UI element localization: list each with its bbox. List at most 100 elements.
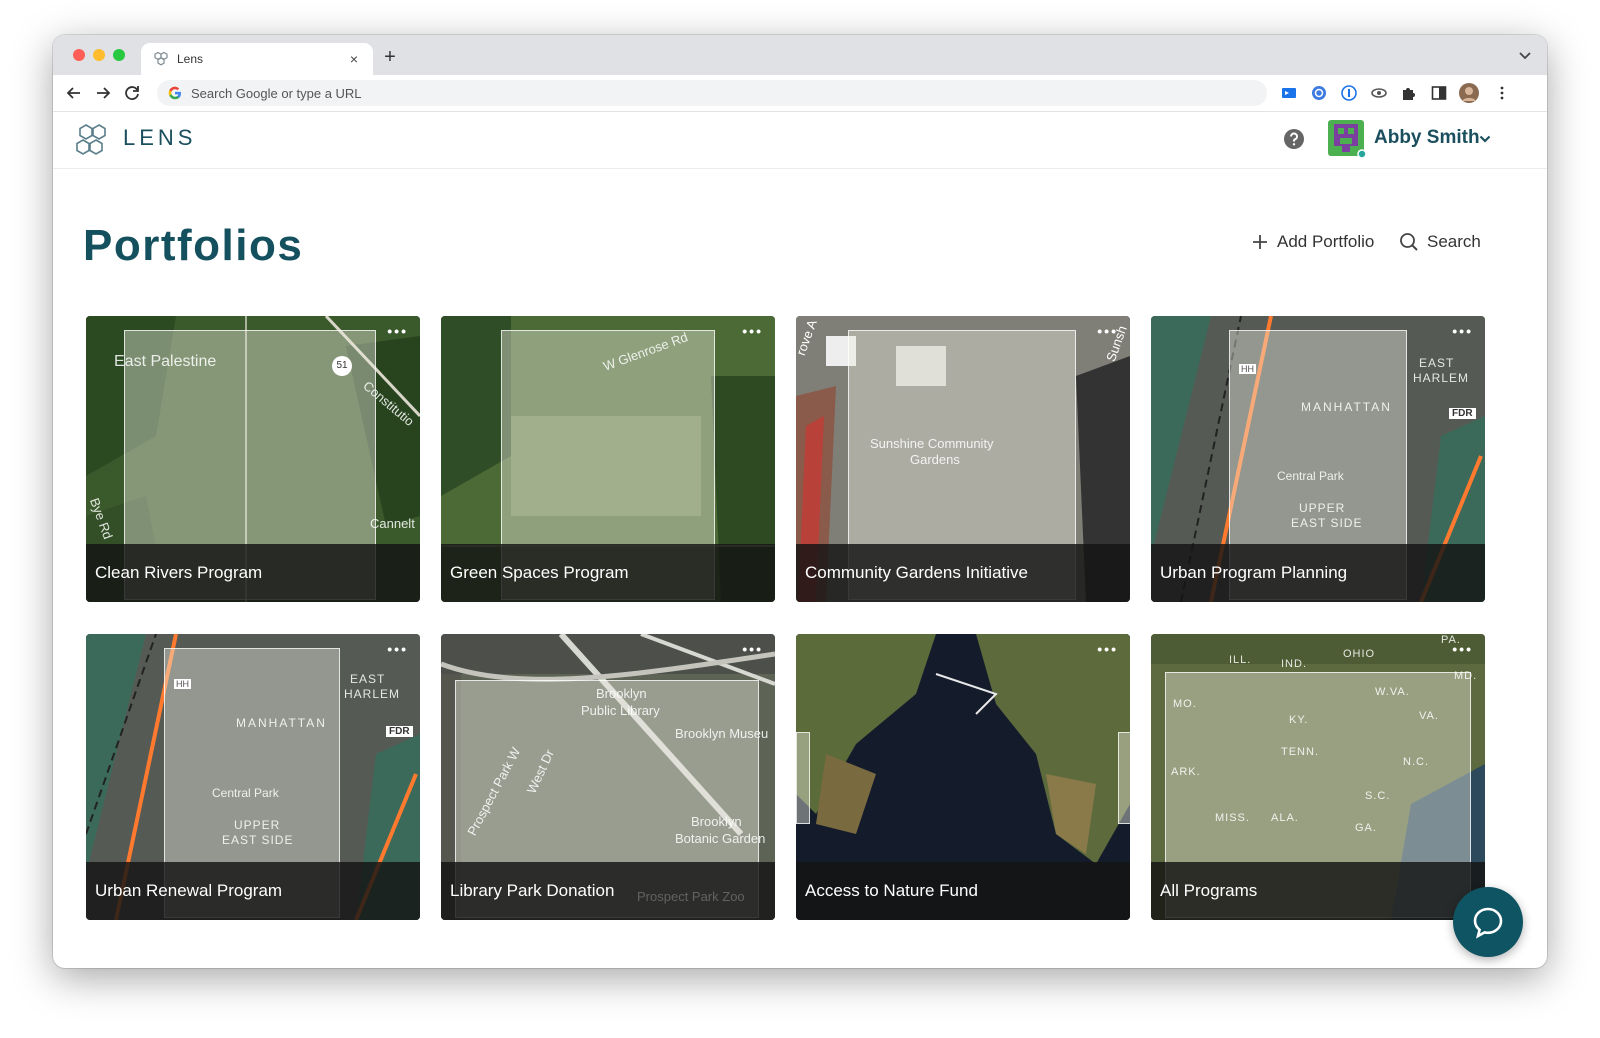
add-portfolio-button[interactable]: Add Portfolio xyxy=(1251,232,1374,252)
logo-text[interactable]: LENS xyxy=(123,125,196,151)
map-label: EAST SIDE xyxy=(1291,516,1363,530)
map-label: Cannelt xyxy=(370,516,415,531)
map-label: VA. xyxy=(1419,710,1439,722)
map-label: Central Park xyxy=(212,786,279,800)
card-title: Green Spaces Program xyxy=(441,544,775,602)
lens-logo-icon[interactable] xyxy=(75,123,111,157)
page-title: Portfolios xyxy=(83,221,304,270)
map-label: MD. xyxy=(1454,670,1478,682)
search-button[interactable]: Search xyxy=(1399,232,1481,252)
route-shield: HH xyxy=(1239,364,1256,374)
map-label: Gardens xyxy=(910,452,960,467)
portfolio-boundary xyxy=(1118,732,1130,824)
address-placeholder: Search Google or type a URL xyxy=(191,85,362,101)
map-label: East Palestine xyxy=(114,353,217,370)
extension-eye-icon[interactable] xyxy=(1370,84,1388,102)
lens-favicon-icon xyxy=(154,51,168,66)
route-shield: 51 xyxy=(332,356,352,376)
tab-strip: Lens × + xyxy=(53,35,1547,75)
card-menu-icon[interactable]: ••• xyxy=(1097,323,1118,339)
browser-menu-icon[interactable] xyxy=(1493,84,1511,102)
card-menu-icon[interactable]: ••• xyxy=(1097,641,1118,657)
portfolio-card-urban-program-planning[interactable]: EAST HARLEM MANHATTAN FDR HH Central Par… xyxy=(1151,316,1485,602)
map-label: EAST SIDE xyxy=(222,833,294,847)
card-menu-icon[interactable]: ••• xyxy=(387,323,408,339)
card-menu-icon[interactable]: ••• xyxy=(742,323,763,339)
map-label: GA. xyxy=(1355,822,1377,834)
map-label: Brooklyn xyxy=(596,686,647,701)
map-label: UPPER xyxy=(234,818,281,832)
extension-grammar-icon[interactable] xyxy=(1310,84,1328,102)
map-label: W.VA. xyxy=(1375,686,1410,698)
card-title: Clean Rivers Program xyxy=(86,544,420,602)
map-label: UPPER xyxy=(1299,501,1346,515)
tab-title: Lens xyxy=(177,52,204,66)
map-label: Botanic Garden xyxy=(675,831,766,846)
reload-icon[interactable] xyxy=(121,82,143,104)
profile-avatar-icon[interactable] xyxy=(1458,82,1480,104)
map-label: MISS. xyxy=(1215,812,1250,824)
map-label: ARK. xyxy=(1171,766,1201,778)
card-menu-icon[interactable]: ••• xyxy=(1452,641,1473,657)
google-icon xyxy=(168,86,181,100)
help-icon[interactable] xyxy=(1283,128,1305,150)
card-menu-icon[interactable]: ••• xyxy=(742,641,763,657)
chat-support-button[interactable] xyxy=(1453,887,1523,957)
portfolio-card-urban-renewal[interactable]: EAST HARLEM MANHATTAN FDR HH Central Par… xyxy=(86,634,420,920)
portfolio-card-all-programs[interactable]: ILL. IND. OHIO PA. MD. W.VA. VA. MO. KY.… xyxy=(1151,634,1485,920)
map-label: N.C. xyxy=(1403,756,1429,768)
browser-tab[interactable]: Lens × xyxy=(141,43,373,75)
card-title: Community Gardens Initiative xyxy=(796,544,1130,602)
portfolio-card-access-to-nature[interactable]: ••• Access to Nature Fund xyxy=(796,634,1130,920)
chevron-down-icon[interactable] xyxy=(1479,134,1491,144)
map-label: IND. xyxy=(1281,658,1307,670)
route-shield: FDR xyxy=(386,726,413,737)
map-label: MANHATTAN xyxy=(236,716,327,730)
card-title: All Programs xyxy=(1151,862,1485,920)
user-name[interactable]: Abby Smith xyxy=(1374,127,1480,149)
map-label: MO. xyxy=(1173,698,1197,710)
tab-search-chevron-icon[interactable] xyxy=(1517,47,1533,63)
map-label: OHIO xyxy=(1343,648,1376,660)
card-title: Urban Program Planning xyxy=(1151,544,1485,602)
app-header: LENS Abby Smith xyxy=(53,112,1547,169)
extension-password-icon[interactable] xyxy=(1340,84,1358,102)
map-label: Central Park xyxy=(1277,469,1344,483)
portfolio-card-community-gardens[interactable]: Sunshine Community Gardens rove A Sunsh … xyxy=(796,316,1130,602)
portfolio-card-clean-rivers[interactable]: East Palestine 51 Constitutio Cannelt By… xyxy=(86,316,420,602)
map-label: ALA. xyxy=(1271,812,1299,824)
close-window-button[interactable] xyxy=(73,49,85,61)
card-title: Access to Nature Fund xyxy=(796,862,1130,920)
map-label: KY. xyxy=(1289,714,1309,726)
extensions-puzzle-icon[interactable] xyxy=(1400,84,1418,102)
map-label: EAST xyxy=(1419,356,1455,370)
tab-close-icon[interactable]: × xyxy=(345,50,363,68)
map-label: Sunshine Community xyxy=(870,436,994,451)
forward-icon[interactable] xyxy=(92,82,114,104)
address-bar[interactable]: Search Google or type a URL xyxy=(157,80,1267,106)
browser-window: Lens × + Search Google or type a URL LEN… xyxy=(53,35,1547,968)
map-label: HARLEM xyxy=(344,687,401,701)
map-label: Public Library xyxy=(581,703,660,718)
card-title: Urban Renewal Program xyxy=(86,862,420,920)
route-shield: FDR xyxy=(1449,408,1476,419)
map-label: TENN. xyxy=(1281,746,1319,758)
side-panel-icon[interactable] xyxy=(1430,84,1448,102)
new-tab-button[interactable]: + xyxy=(378,45,402,69)
search-label: Search xyxy=(1427,232,1481,251)
card-menu-icon[interactable]: ••• xyxy=(387,641,408,657)
portfolio-card-library-park-donation[interactable]: Brooklyn Public Library Brooklyn Museu P… xyxy=(441,634,775,920)
back-icon[interactable] xyxy=(63,82,85,104)
card-menu-icon[interactable]: ••• xyxy=(1452,323,1473,339)
extension-zoom-icon[interactable] xyxy=(1280,84,1298,102)
user-avatar[interactable] xyxy=(1326,118,1366,158)
portfolio-card-green-spaces[interactable]: W Glenrose Rd ••• Green Spaces Program xyxy=(441,316,775,602)
route-shield: HH xyxy=(174,679,191,689)
maximize-window-button[interactable] xyxy=(113,49,125,61)
portfolio-boundary xyxy=(796,732,810,824)
minimize-window-button[interactable] xyxy=(93,49,105,61)
map-label: EAST xyxy=(350,672,386,686)
map-label: MANHATTAN xyxy=(1301,400,1392,414)
map-label: Brooklyn xyxy=(691,814,742,829)
map-label: Prospect Park Zoo xyxy=(637,889,745,904)
